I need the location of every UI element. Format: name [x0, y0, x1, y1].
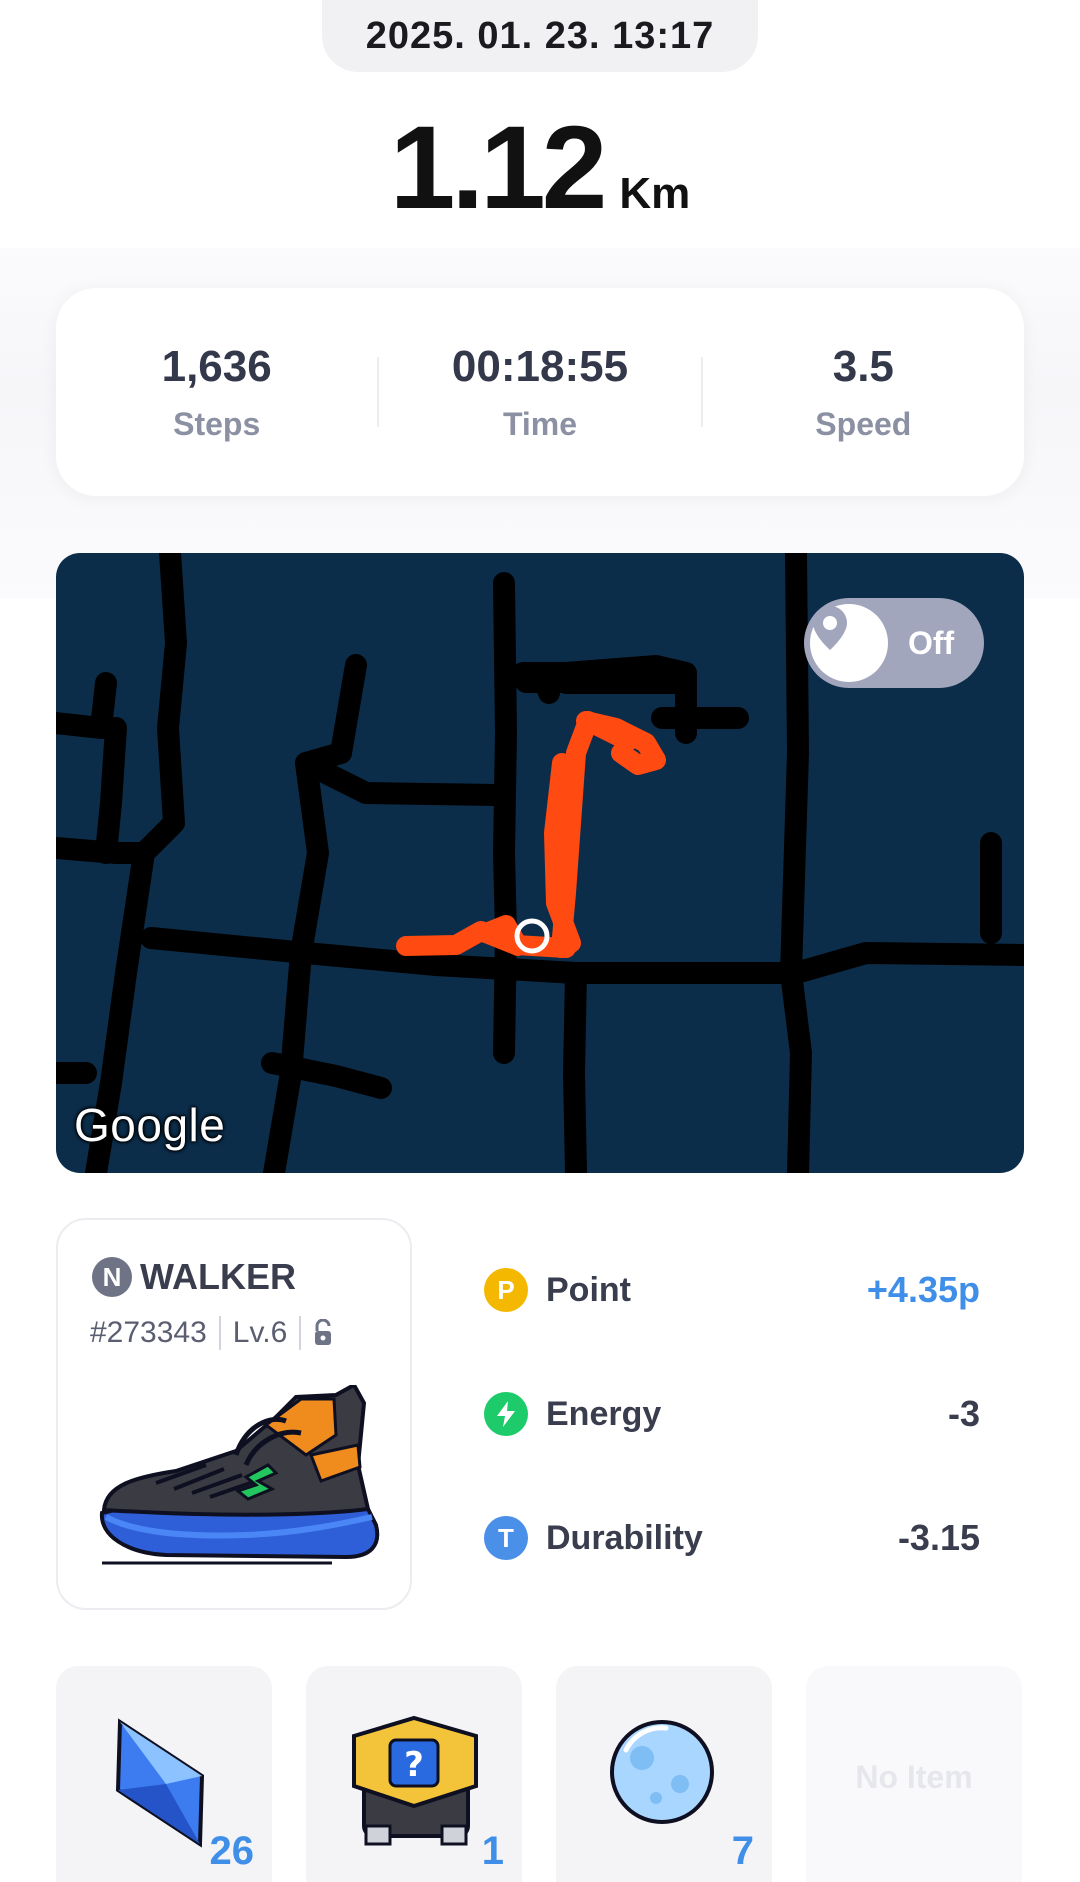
reward-energy: Energy -3: [484, 1384, 980, 1444]
steps-value: 1,636: [161, 341, 272, 391]
energy-label: Energy: [546, 1394, 662, 1433]
stat-time: 00:18:55 Time: [379, 342, 700, 443]
sneaker-name: WALKER: [140, 1256, 296, 1297]
distance-unit: Km: [619, 169, 691, 218]
location-toggle-label: Off: [908, 625, 955, 661]
item-slot-box[interactable]: ? 1: [306, 1666, 522, 1882]
time-value: 00:18:55: [451, 341, 629, 391]
orb-count: 7: [731, 1829, 754, 1873]
sneaker-title: N WALKER: [92, 1256, 296, 1298]
item-slot-gem[interactable]: 26: [56, 1666, 272, 1882]
reward-durability: T Durability -3.15: [484, 1508, 980, 1568]
durability-value: -3.15: [897, 1517, 980, 1558]
location-pin-icon: [810, 604, 888, 682]
energy-icon: [484, 1392, 528, 1436]
point-value: +4.35p: [866, 1269, 980, 1310]
datetime-pill: 2025. 01. 23. 13:17: [322, 0, 758, 72]
distance-display: 1.12 Km: [0, 100, 1080, 234]
sneaker-image: [99, 1385, 380, 1565]
durability-label: Durability: [546, 1518, 703, 1557]
box-count: 1: [481, 1829, 504, 1873]
steps-label: Steps: [173, 405, 261, 442]
route-map[interactable]: Off Google: [56, 553, 1024, 1173]
workout-result-screen: 2025. 01. 23. 13:17 1.12 Km 1,636 Steps …: [0, 0, 1080, 1882]
location-toggle[interactable]: Off: [804, 598, 984, 688]
point-label: Point: [546, 1270, 631, 1309]
stat-speed: 3.5 Speed: [703, 342, 1024, 443]
sneaker-level: Lv.6: [232, 1316, 288, 1349]
stat-steps: 1,636 Steps: [56, 342, 377, 443]
no-item-label: No Item: [855, 1758, 973, 1795]
speed-value: 3.5: [832, 341, 894, 391]
stats-card: 1,636 Steps 00:18:55 Time 3.5 Speed: [56, 288, 1024, 496]
speed-label: Speed: [815, 405, 912, 442]
energy-value: -3: [947, 1393, 980, 1434]
item-slot-orb[interactable]: 7: [556, 1666, 772, 1882]
gem-count: 26: [209, 1829, 255, 1873]
distance-value: 1.12: [389, 102, 608, 234]
svg-text:?: ?: [404, 1745, 424, 1785]
grade-badge-icon: N: [92, 1257, 132, 1297]
item-slot-empty: No Item: [806, 1666, 1022, 1882]
meta-divider: [218, 1316, 221, 1350]
point-icon: P: [484, 1268, 528, 1312]
reward-point: P Point +4.35p: [484, 1260, 980, 1320]
sneaker-meta: #273343 Lv.6: [90, 1316, 333, 1350]
sneaker-card[interactable]: N WALKER #273343 Lv.6: [56, 1218, 412, 1610]
time-label: Time: [502, 405, 578, 442]
unlock-icon: [315, 1319, 332, 1345]
sneaker-id: #273343: [90, 1316, 207, 1349]
google-attribution: Google: [74, 1099, 226, 1151]
meta-divider: [299, 1316, 302, 1350]
durability-icon: T: [484, 1516, 528, 1560]
